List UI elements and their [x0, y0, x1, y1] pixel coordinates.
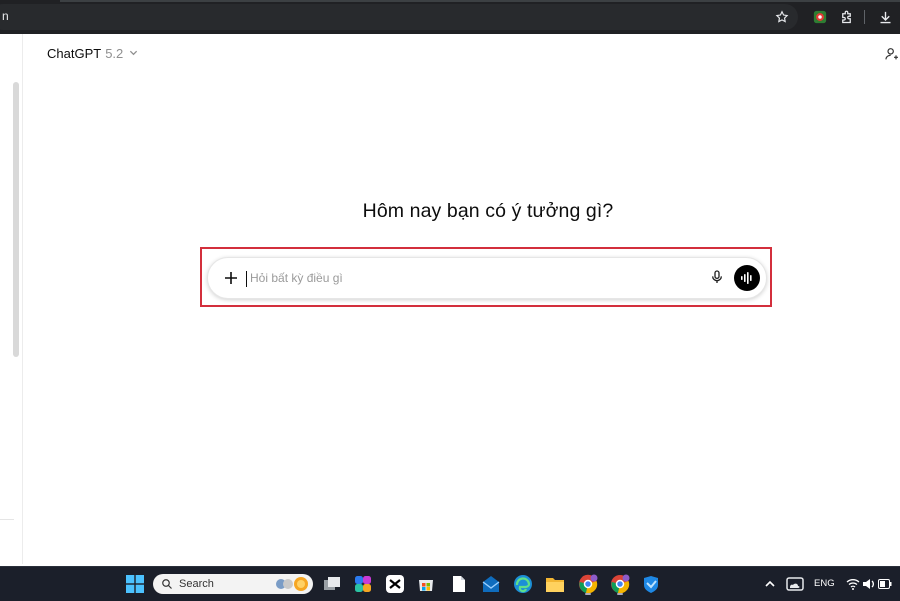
microphone-icon[interactable] — [709, 269, 727, 287]
app-icon[interactable] — [639, 572, 663, 596]
address-text: n — [2, 9, 9, 23]
file-explorer-icon[interactable] — [543, 572, 567, 596]
capcut-icon[interactable] — [383, 572, 407, 596]
windows-taskbar: Search ENG — [0, 566, 900, 601]
text-caret — [246, 271, 247, 287]
record-extension-icon[interactable] — [811, 8, 829, 26]
chevron-down-icon — [129, 48, 138, 60]
search-label: Search — [179, 578, 214, 590]
language-indicator[interactable]: ENG — [814, 578, 835, 589]
onedrive-icon[interactable] — [783, 572, 807, 596]
bookmark-star-icon[interactable] — [773, 8, 791, 26]
chrome-profile-t-icon[interactable] — [576, 572, 600, 596]
sidebar-collapsed — [0, 34, 23, 564]
prompt-composer — [207, 257, 767, 299]
model-selector[interactable]: ChatGPT 5.2 — [47, 46, 138, 61]
plus-icon[interactable] — [220, 267, 242, 289]
toolbar-divider — [864, 10, 865, 24]
battery-icon[interactable] — [873, 572, 897, 596]
download-icon[interactable] — [876, 8, 894, 26]
running-indicator — [617, 593, 623, 595]
mail-icon[interactable] — [479, 572, 503, 596]
copilot-icon[interactable] — [351, 572, 375, 596]
task-view-icon[interactable] — [320, 572, 344, 596]
model-version: 5.2 — [105, 46, 124, 61]
add-person-icon[interactable] — [884, 46, 900, 64]
voice-mode-button[interactable] — [734, 265, 760, 291]
windows-start-icon[interactable] — [123, 572, 147, 596]
browser-toolbar: n — [0, 0, 900, 34]
microsoft-store-icon[interactable] — [414, 572, 438, 596]
voice-waveform-icon — [741, 272, 752, 284]
prompt-input[interactable] — [250, 267, 690, 289]
address-bar[interactable]: n — [0, 4, 798, 30]
model-name: ChatGPT — [47, 46, 102, 61]
search-icon — [162, 579, 172, 589]
file-icon[interactable] — [447, 572, 471, 596]
taskbar-search[interactable]: Search — [153, 574, 313, 594]
page-title: Hôm nay bạn có ý tưởng gì? — [362, 200, 614, 222]
sidebar-divider — [0, 519, 14, 520]
edge-browser-icon[interactable] — [511, 572, 535, 596]
search-highlight-icon — [273, 576, 309, 592]
chevron-up-icon[interactable] — [758, 572, 782, 596]
tab-strip-edge — [60, 0, 900, 2]
running-indicator — [585, 593, 591, 595]
chrome-profile-n-icon[interactable] — [608, 572, 632, 596]
extensions-puzzle-icon[interactable] — [837, 8, 855, 26]
